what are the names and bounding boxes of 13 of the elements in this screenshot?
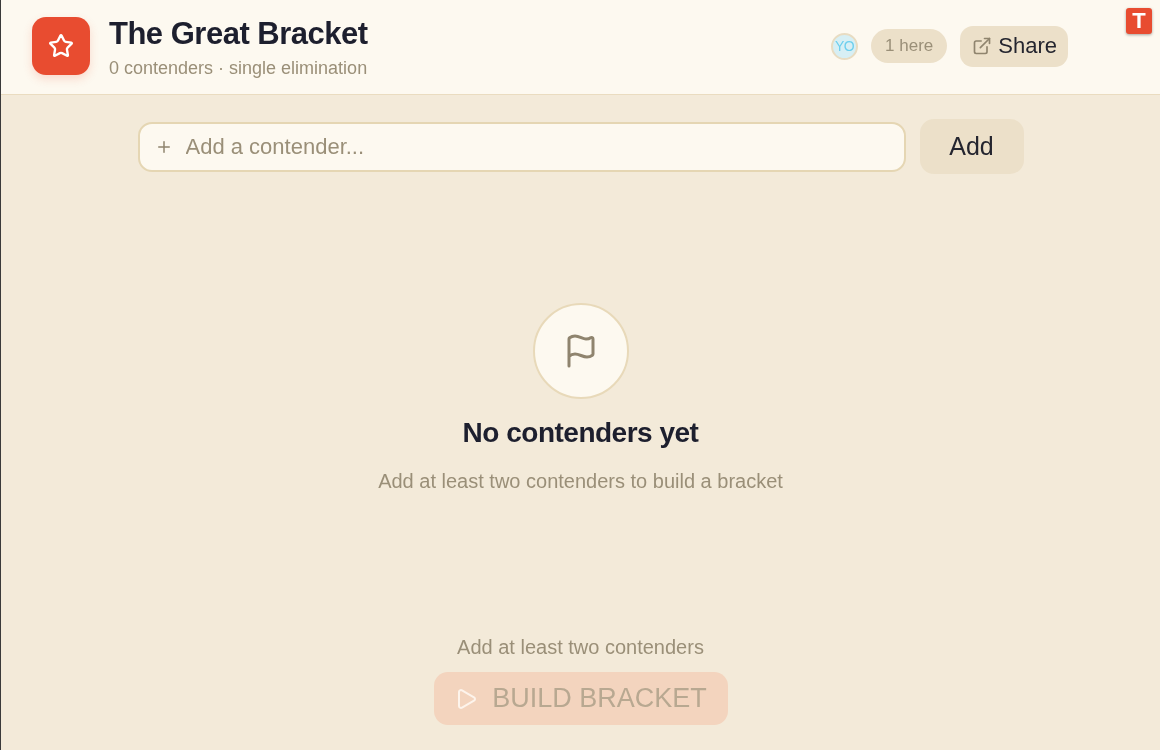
external-link-icon bbox=[972, 36, 993, 56]
corner-badge[interactable]: T bbox=[1126, 8, 1152, 34]
page-subtitle: 0 contenders · single elimination bbox=[109, 56, 368, 79]
build-hint: Add at least two contenders bbox=[457, 635, 704, 659]
contender-input[interactable]: Add a contender... bbox=[137, 121, 906, 172]
empty-message: Add at least two contenders to build a bracket bbox=[378, 469, 783, 493]
empty-heading: No contenders yet bbox=[462, 416, 699, 450]
share-button[interactable]: Share bbox=[960, 25, 1068, 67]
add-button[interactable]: Add bbox=[919, 119, 1024, 174]
presence-count: 1 here bbox=[871, 29, 948, 63]
user-avatar: YO bbox=[831, 32, 859, 60]
page-title: The Great Bracket bbox=[109, 15, 368, 52]
star-logo-icon bbox=[32, 17, 90, 75]
